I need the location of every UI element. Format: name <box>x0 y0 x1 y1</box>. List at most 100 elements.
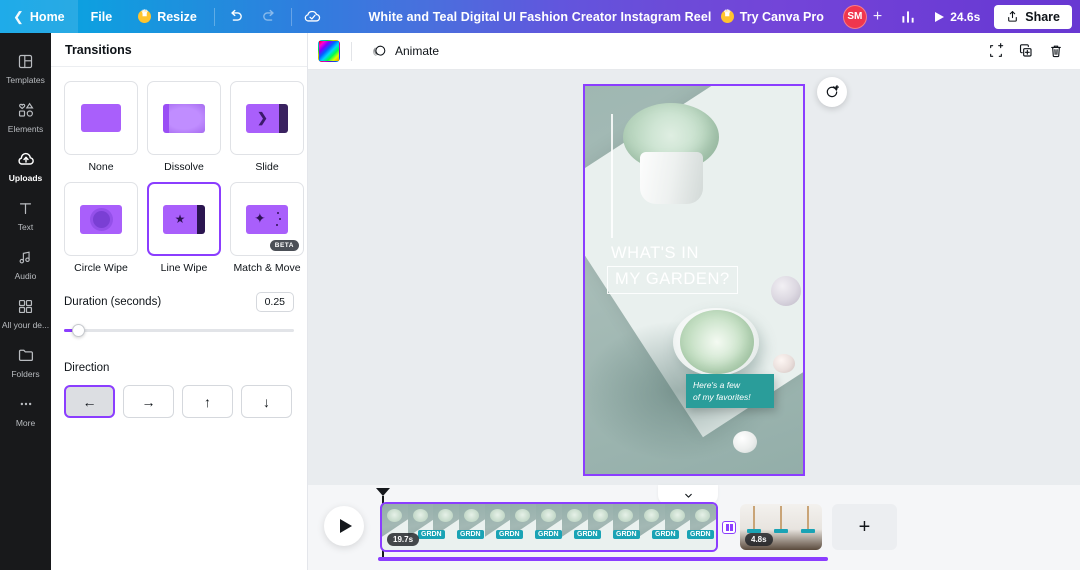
transition-thumb-slide[interactable]: ❯ <box>230 81 304 155</box>
undo-icon <box>227 8 244 25</box>
position-button[interactable] <box>982 37 1010 65</box>
insights-button[interactable] <box>891 0 925 33</box>
none-thumb-icon <box>81 104 121 132</box>
playhead-handle[interactable] <box>376 488 390 496</box>
clip-thumbnail-strip <box>382 504 716 550</box>
timeline-play-button[interactable] <box>324 506 364 546</box>
file-label: File <box>91 10 113 24</box>
slider-track <box>64 329 294 332</box>
clip-duration-badge: 4.8s <box>745 533 773 546</box>
bar-chart-icon <box>900 9 916 25</box>
try-canva-pro-button[interactable]: Try Canva Pro <box>708 0 837 33</box>
sidebar-item-all-your-designs[interactable]: All your de... <box>0 288 51 337</box>
file-menu-button[interactable]: File <box>78 0 126 33</box>
play-icon <box>935 12 944 22</box>
position-icon <box>988 43 1004 59</box>
sidebar-label: Text <box>18 222 34 232</box>
more-icon <box>17 394 35 414</box>
direction-buttons: ← → ↑ ↓ <box>64 385 294 418</box>
toolbar-divider <box>214 8 215 26</box>
caption-box[interactable]: Here's a few of my favorites! <box>686 374 774 408</box>
cloud-saved-button[interactable] <box>296 0 330 33</box>
top-bar-left: ❮ Home File Resize <box>0 0 330 33</box>
line-wipe-transition-marker[interactable] <box>722 521 736 534</box>
redo-button[interactable] <box>253 0 287 33</box>
all-designs-icon <box>17 296 34 316</box>
timeline-clip-1[interactable]: GRDN GRDN GRDN GRDN GRDN GRDN GRDN GRDN … <box>380 502 718 552</box>
sidebar-item-more[interactable]: More <box>0 386 51 435</box>
pebble-1 <box>771 276 801 306</box>
crown-icon <box>138 10 151 23</box>
timeline-scrollbar[interactable] <box>378 557 828 561</box>
caption-line-1: Here's a few <box>693 379 767 391</box>
transition-thumb-line-wipe[interactable]: ★ <box>147 182 221 256</box>
transition-option-line-wipe: ★ Line Wipe <box>147 182 221 274</box>
arrow-down-icon: ↓ <box>263 394 270 410</box>
heading-line-2[interactable]: MY GARDEN? <box>607 266 738 294</box>
transition-label: Match & Move <box>233 262 300 274</box>
slider-knob[interactable] <box>72 324 85 337</box>
home-label: Home <box>30 10 65 24</box>
add-loop-button[interactable] <box>817 77 847 107</box>
editor-toolbar: Animate <box>308 33 1080 70</box>
trash-icon <box>1048 43 1064 59</box>
transitions-panel: Transitions None Dissolve <box>51 33 308 570</box>
arrow-left-icon: ← <box>83 394 97 410</box>
duplicate-button[interactable] <box>1012 37 1040 65</box>
panel-title: Transitions <box>65 43 132 57</box>
sidebar-item-templates[interactable]: Templates <box>0 43 51 92</box>
resize-label: Resize <box>157 10 197 24</box>
sidebar-item-folders[interactable]: Folders <box>0 337 51 386</box>
direction-up-button[interactable]: ↑ <box>182 385 233 418</box>
duration-slider[interactable] <box>64 323 294 337</box>
pebble-3 <box>733 431 757 453</box>
elements-icon <box>17 100 35 120</box>
selected-page-canvas[interactable]: WHAT'S IN MY GARDEN? Here's a few of my … <box>583 84 805 476</box>
transition-option-none: None <box>64 81 138 173</box>
resize-button[interactable]: Resize <box>125 0 210 33</box>
undo-button[interactable] <box>219 0 253 33</box>
sidebar-item-text[interactable]: Text <box>0 190 51 239</box>
play-icon <box>340 519 352 533</box>
top-bar-right: Try Canva Pro SM + 24.6s Share <box>708 0 1080 33</box>
transition-label: Dissolve <box>164 161 204 173</box>
transition-thumb-circle-wipe[interactable] <box>64 182 138 256</box>
sidebar-label: Folders <box>11 369 39 379</box>
animate-label: Animate <box>395 44 439 58</box>
design-artwork: WHAT'S IN MY GARDEN? Here's a few of my … <box>585 86 803 474</box>
sidebar-label: Elements <box>8 124 43 134</box>
decorative-vertical-line <box>611 114 613 238</box>
avatar[interactable]: SM <box>843 5 867 29</box>
sidebar-item-audio[interactable]: Audio <box>0 239 51 288</box>
arrow-right-icon: → <box>142 394 156 410</box>
templates-icon <box>17 51 34 71</box>
direction-down-button[interactable]: ↓ <box>241 385 292 418</box>
duration-input[interactable]: 0.25 <box>256 292 294 312</box>
transition-thumb-dissolve[interactable] <box>147 81 221 155</box>
toolbar-divider-2 <box>291 8 292 26</box>
chevron-left-icon: ❮ <box>13 9 24 25</box>
share-button[interactable]: Share <box>994 5 1072 29</box>
transition-option-match-and-move: ✦ BETA Match & Move <box>230 182 304 274</box>
sidebar-item-elements[interactable]: Elements <box>0 92 51 141</box>
home-button[interactable]: ❮ Home <box>0 0 78 33</box>
direction-left-button[interactable]: ← <box>64 385 115 418</box>
animate-button[interactable]: Animate <box>363 38 447 65</box>
uploads-icon <box>16 149 36 169</box>
sidebar-item-uploads[interactable]: Uploads <box>0 141 51 190</box>
transition-thumb-none[interactable] <box>64 81 138 155</box>
canvas-area[interactable]: WHAT'S IN MY GARDEN? Here's a few of my … <box>308 70 1080 485</box>
duration-row: Duration (seconds) 0.25 <box>64 292 294 312</box>
caption-line-2: of my favorites! <box>693 391 767 403</box>
preview-play-button[interactable]: 24.6s <box>925 10 990 24</box>
delete-button[interactable] <box>1042 37 1070 65</box>
transition-thumb-match-and-move[interactable]: ✦ BETA <box>230 182 304 256</box>
timeline-clip-2[interactable]: 4.8s <box>740 504 822 550</box>
add-collaborator-button[interactable]: + <box>869 8 891 26</box>
cloud-saved-icon <box>302 6 323 27</box>
transition-option-dissolve: Dissolve <box>147 81 221 173</box>
direction-right-button[interactable]: → <box>123 385 174 418</box>
rainbow-color-swatch[interactable] <box>318 40 340 62</box>
heading-line-1[interactable]: WHAT'S IN <box>611 244 699 263</box>
add-page-button[interactable]: + <box>832 504 897 550</box>
